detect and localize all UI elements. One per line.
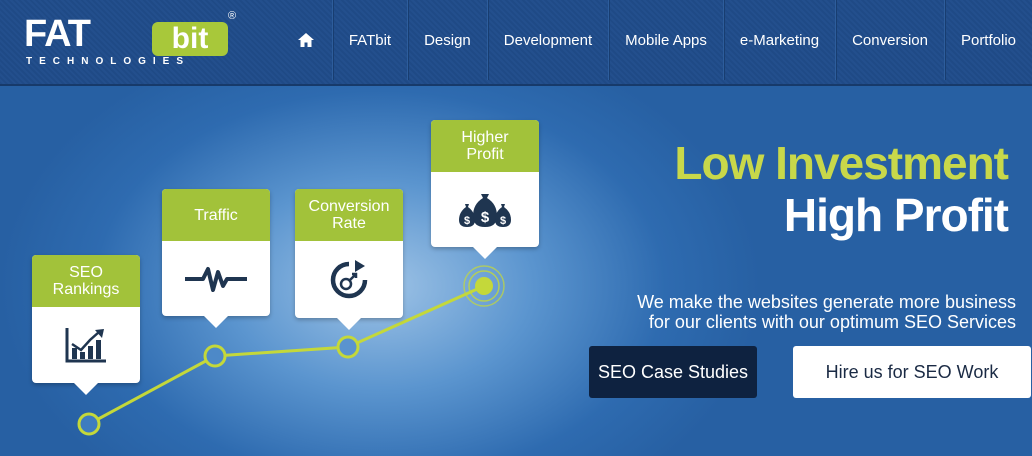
card-higher-profit-title: Higher Profit	[431, 120, 539, 172]
card-traffic-title: Traffic	[162, 189, 270, 241]
conversion-cycle-icon	[328, 259, 370, 301]
card-conversion-rate: Conversion Rate	[295, 189, 403, 330]
card-higher-profit: Higher Profit $ $ $	[431, 120, 539, 259]
card-conversion-rate-title: Conversion Rate	[295, 189, 403, 241]
bar-chart-icon	[64, 326, 108, 364]
svg-text:$: $	[464, 215, 470, 227]
hero-subtext-line2: for our clients with our optimum SEO Ser…	[648, 312, 1016, 332]
card-seo-rankings: SEO Rankings	[32, 255, 140, 395]
hero-subtext-line1: We make the websites generate more busin…	[637, 292, 1016, 312]
money-bags-icon: $ $ $	[455, 190, 515, 230]
hire-seo-work-button[interactable]: Hire us for SEO Work	[793, 346, 1031, 398]
svg-text:$: $	[481, 209, 490, 226]
headline-high-profit: High Profit	[783, 189, 1009, 241]
card-seo-rankings-title: SEO Rankings	[32, 255, 140, 307]
headline-low-investment: Low Investment	[674, 137, 1009, 189]
svg-text:$: $	[500, 215, 506, 227]
hero-subtext: We make the websites generate more busin…	[576, 292, 1016, 332]
pulse-icon	[185, 264, 247, 294]
card-traffic: Traffic	[162, 189, 270, 328]
seo-case-studies-button[interactable]: SEO Case Studies	[589, 346, 757, 398]
